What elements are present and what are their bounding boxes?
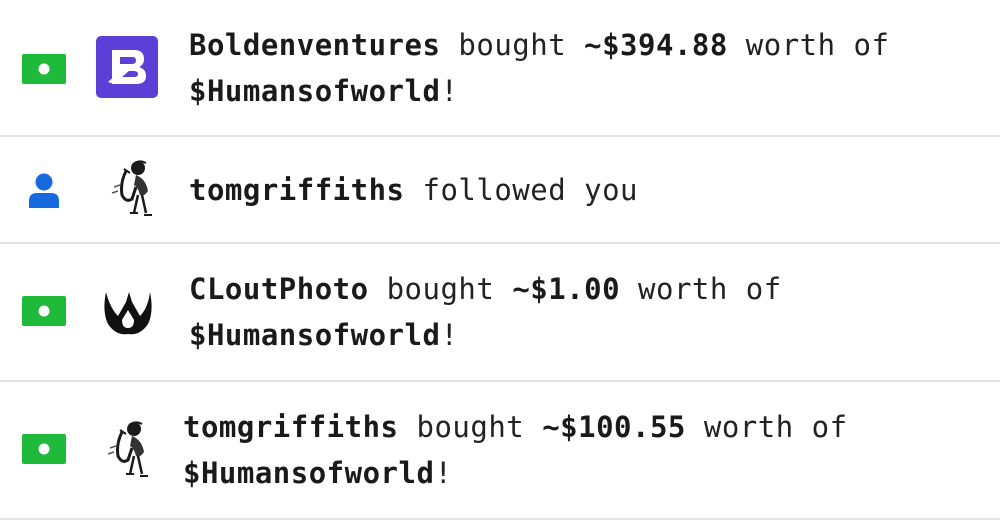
- amount: ~$100.55: [542, 410, 686, 444]
- money-icon: [22, 296, 66, 326]
- notification-text: Boldenventures bought ~$394.88 worth of …: [189, 28, 890, 108]
- coin-link[interactable]: $Humansofworld: [189, 74, 440, 108]
- notification-row[interactable]: Boldenventures bought ~$394.88 worth of …: [0, 0, 1000, 137]
- saxophone-player-avatar[interactable]: [96, 418, 158, 480]
- notification-row[interactable]: tomgriffiths followed you: [0, 137, 1000, 244]
- amount: ~$394.88: [584, 28, 728, 62]
- username-link[interactable]: tomgriffiths: [189, 173, 405, 207]
- saxophone-player-avatar[interactable]: [100, 157, 162, 219]
- notification-text: tomgriffiths bought ~$100.55 worth of $H…: [183, 410, 848, 490]
- amount: ~$1.00: [512, 272, 621, 306]
- username-link[interactable]: CLoutPhoto: [189, 272, 369, 306]
- notification-feed: Boldenventures bought ~$394.88 worth of …: [0, 0, 1000, 526]
- username-link[interactable]: Boldenventures: [189, 28, 440, 62]
- username-link[interactable]: tomgriffiths: [183, 410, 399, 444]
- notification-row[interactable]: CLoutPhoto bought ~$1.00 worth of $Human…: [0, 244, 1000, 382]
- cloutphoto-logo-avatar[interactable]: [98, 282, 160, 344]
- money-icon: [22, 434, 66, 464]
- money-icon: [22, 54, 66, 84]
- person-icon: [29, 173, 59, 208]
- notification-row[interactable]: tomgriffiths bought ~$100.55 worth of $H…: [0, 382, 1000, 520]
- notification-text: tomgriffiths followed you: [189, 173, 638, 207]
- notification-text: CLoutPhoto bought ~$1.00 worth of $Human…: [189, 272, 782, 352]
- bolden-logo-avatar[interactable]: [96, 36, 158, 98]
- coin-link[interactable]: $Humansofworld: [189, 318, 440, 352]
- coin-link[interactable]: $Humansofworld: [183, 456, 434, 490]
